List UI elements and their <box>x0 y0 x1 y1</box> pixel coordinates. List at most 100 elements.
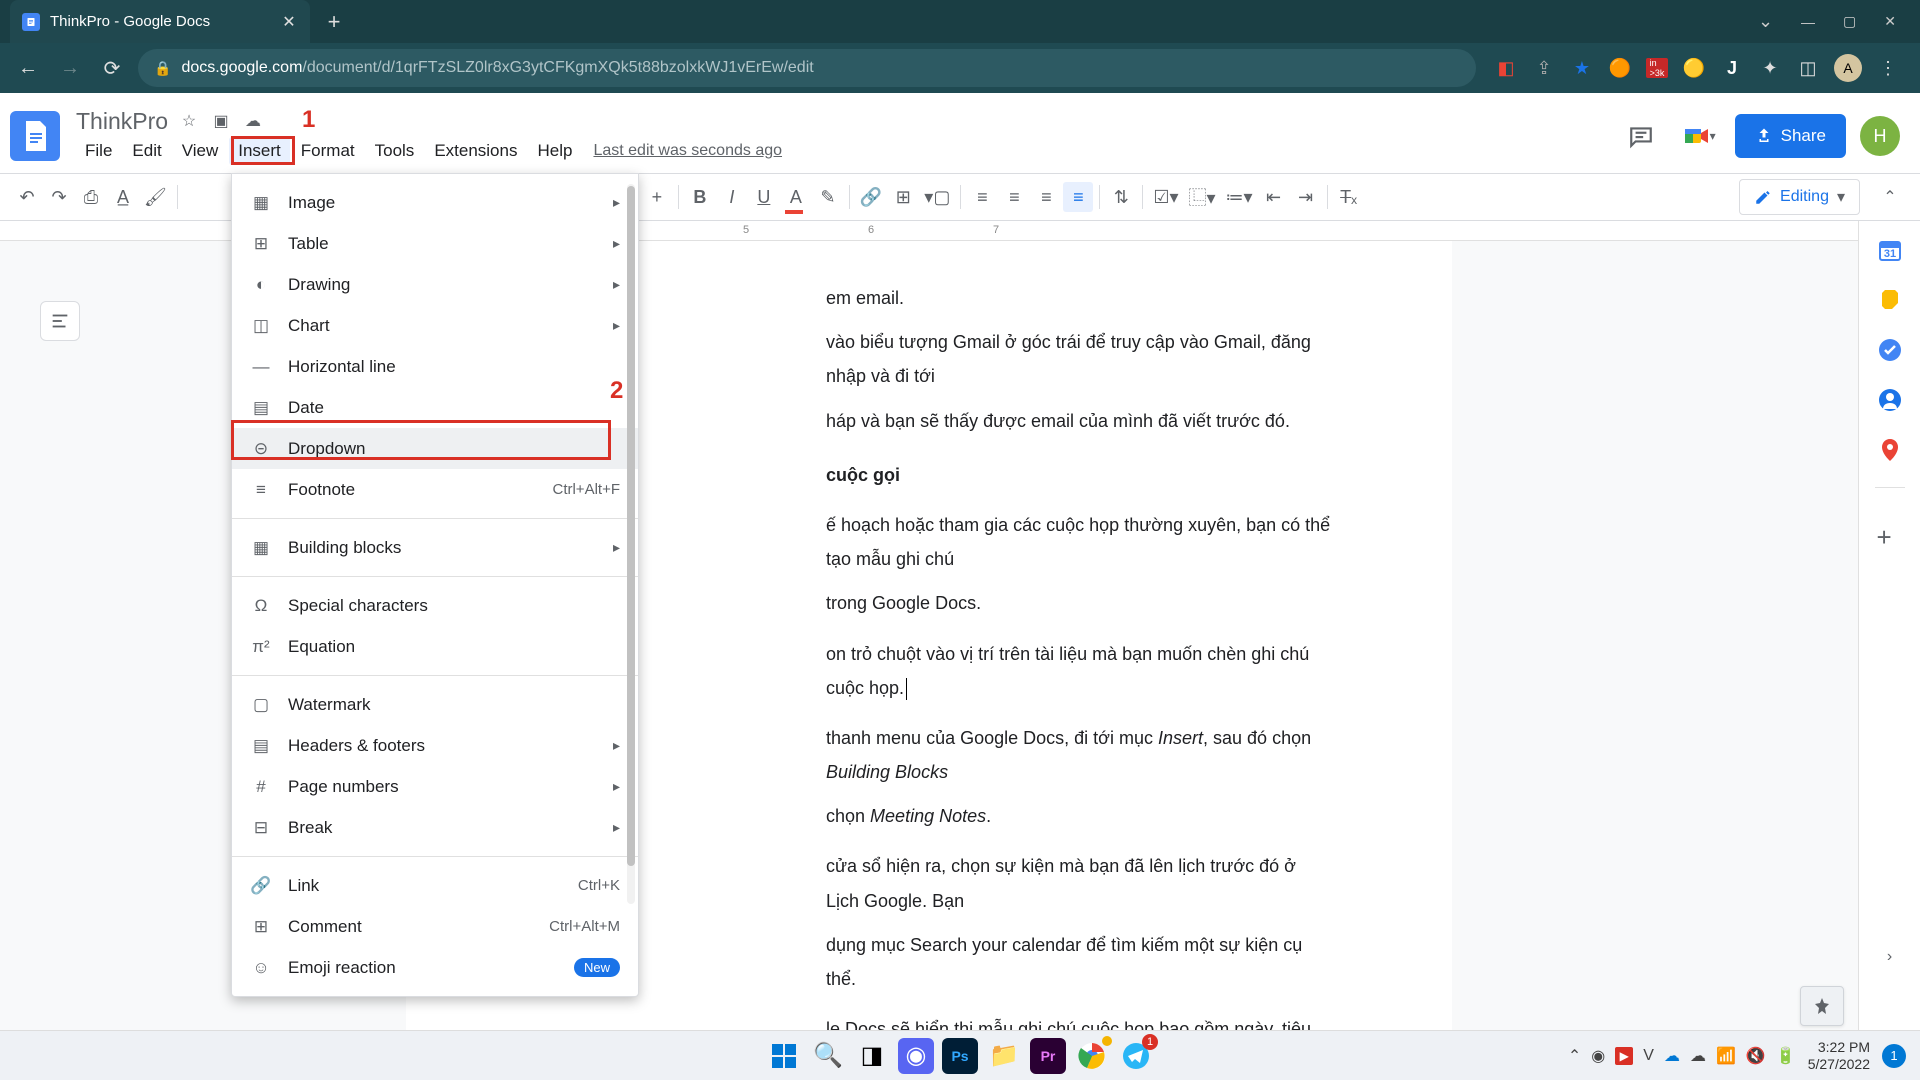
ext-icon-2[interactable]: 🟠 <box>1608 56 1632 80</box>
menu-chart[interactable]: ◫ Chart ▸ <box>232 305 638 346</box>
menu-edit[interactable]: Edit <box>123 137 170 165</box>
bookmark-star-icon[interactable]: ★ <box>1570 56 1594 80</box>
get-addons-button[interactable]: + <box>1877 522 1903 548</box>
menu-scrollbar[interactable] <box>627 184 635 904</box>
align-center-button[interactable]: ≡ <box>999 182 1029 212</box>
taskbar-clock[interactable]: 3:22 PM 5/27/2022 <box>1808 1039 1870 1073</box>
menu-format[interactable]: Format <box>292 137 364 165</box>
taskbar-app-telegram[interactable]: 1 <box>1118 1038 1154 1074</box>
search-button[interactable]: 🔍 <box>810 1038 846 1074</box>
ext-icon-4[interactable]: 🟡 <box>1682 56 1706 80</box>
menu-break[interactable]: ⊟ Break ▸ <box>232 807 638 848</box>
align-right-button[interactable]: ≡ <box>1031 182 1061 212</box>
tray-icon-2[interactable]: ▶ <box>1615 1047 1633 1065</box>
increase-indent-button[interactable]: ⇥ <box>1291 182 1321 212</box>
meet-icon[interactable]: ▾ <box>1677 114 1721 158</box>
print-button[interactable]: ⎙ <box>76 182 106 212</box>
tasks-icon[interactable] <box>1877 337 1903 363</box>
highlight-button[interactable]: ✎ <box>813 182 843 212</box>
extensions-icon[interactable]: ✦ <box>1758 56 1782 80</box>
forward-button[interactable]: → <box>54 52 86 84</box>
close-window-button[interactable]: ✕ <box>1884 13 1896 30</box>
menu-help[interactable]: Help <box>528 137 581 165</box>
menu-date[interactable]: ▤ Date <box>232 387 638 428</box>
ext-icon-1[interactable]: ◧ <box>1494 56 1518 80</box>
menu-comment[interactable]: ⊞ Comment Ctrl+Alt+M <box>232 906 638 947</box>
docs-logo-icon[interactable] <box>10 111 60 161</box>
spellcheck-button[interactable]: A̲ <box>108 182 138 212</box>
menu-view[interactable]: View <box>173 137 228 165</box>
menu-headers-footers[interactable]: ▤ Headers & footers ▸ <box>232 725 638 766</box>
user-avatar[interactable]: H <box>1860 116 1900 156</box>
tray-icon-1[interactable]: ◉ <box>1591 1046 1605 1066</box>
checklist-button[interactable]: ☑▾ <box>1149 182 1182 212</box>
italic-button[interactable]: I <box>717 182 747 212</box>
menu-watermark[interactable]: ▢ Watermark <box>232 684 638 725</box>
undo-button[interactable]: ↶ <box>12 182 42 212</box>
last-edit-link[interactable]: Last edit was seconds ago <box>593 142 782 160</box>
menu-insert[interactable]: Insert <box>229 137 290 165</box>
menu-drawing[interactable]: ◐ Drawing ▸ <box>232 264 638 305</box>
maximize-button[interactable]: ▢ <box>1843 13 1856 30</box>
menu-horizontal-line[interactable]: — Horizontal line <box>232 346 638 387</box>
share-icon[interactable]: ⇪ <box>1532 56 1556 80</box>
taskbar-app-photoshop[interactable]: Ps <box>942 1038 978 1074</box>
insert-link-button[interactable]: 🔗 <box>856 182 886 212</box>
document-title[interactable]: ThinkPro <box>76 108 168 135</box>
insert-comment-button[interactable]: ⊞ <box>888 182 918 212</box>
align-left-button[interactable]: ≡ <box>967 182 997 212</box>
show-outline-button[interactable] <box>40 301 80 341</box>
menu-link[interactable]: 🔗 Link Ctrl+K <box>232 865 638 906</box>
clear-formatting-button[interactable]: Tₓ <box>1334 182 1364 212</box>
tab-search-icon[interactable]: ⌄ <box>1758 11 1773 32</box>
menu-special-characters[interactable]: Ω Special characters <box>232 585 638 626</box>
comment-history-icon[interactable] <box>1619 114 1663 158</box>
move-icon[interactable]: ▣ <box>210 110 232 132</box>
tab-close-icon[interactable]: ✕ <box>280 13 298 31</box>
bold-button[interactable]: B <box>685 182 715 212</box>
tray-weather-icon[interactable]: ☁ <box>1690 1046 1706 1066</box>
tray-wifi-icon[interactable]: 📶 <box>1716 1046 1736 1066</box>
menu-footnote[interactable]: ≡ Footnote Ctrl+Alt+F <box>232 469 638 510</box>
decrease-indent-button[interactable]: ⇤ <box>1259 182 1289 212</box>
menu-equation[interactable]: π² Equation <box>232 626 638 667</box>
font-size-increase[interactable]: + <box>642 182 672 212</box>
menu-file[interactable]: File <box>76 137 121 165</box>
menu-emoji-reaction[interactable]: ☺ Emoji reaction New <box>232 947 638 988</box>
maps-icon[interactable] <box>1877 437 1903 463</box>
insert-image-button[interactable]: ▾▢ <box>920 182 954 212</box>
underline-button[interactable]: U <box>749 182 779 212</box>
bulleted-list-button[interactable]: ⿺▾ <box>1185 182 1220 212</box>
cloud-status-icon[interactable]: ☁ <box>242 110 264 132</box>
taskbar-app-chrome[interactable] <box>1074 1038 1110 1074</box>
menu-building-blocks[interactable]: ▦ Building blocks ▸ <box>232 527 638 568</box>
explore-button[interactable] <box>1800 986 1844 1026</box>
ext-icon-3[interactable]: in>3k <box>1646 58 1668 78</box>
menu-extensions[interactable]: Extensions <box>425 137 526 165</box>
new-tab-button[interactable]: + <box>320 8 348 36</box>
taskbar-app-explorer[interactable]: 📁 <box>986 1038 1022 1074</box>
menu-image[interactable]: ▦ Image ▸ <box>232 182 638 223</box>
profile-avatar[interactable]: A <box>1834 54 1862 82</box>
browser-menu-icon[interactable]: ⋮ <box>1876 56 1900 80</box>
reload-button[interactable]: ⟳ <box>96 52 128 84</box>
notification-badge[interactable]: 1 <box>1882 1044 1906 1068</box>
collapse-toolbar-button[interactable]: ⌃ <box>1872 179 1908 215</box>
menu-dropdown[interactable]: ⊝ Dropdown <box>232 428 638 469</box>
task-view-button[interactable]: ◨ <box>854 1038 890 1074</box>
url-bar[interactable]: 🔒 docs.google.com/document/d/1qrFTzSLZ0l… <box>138 49 1476 87</box>
line-spacing-button[interactable]: ⇅ <box>1106 182 1136 212</box>
side-panel-icon[interactable]: ◫ <box>1796 56 1820 80</box>
menu-table[interactable]: ⊞ Table ▸ <box>232 223 638 264</box>
tray-icon-3[interactable]: V <box>1643 1047 1654 1065</box>
browser-tab[interactable]: ThinkPro - Google Docs ✕ <box>10 0 310 43</box>
share-button[interactable]: Share <box>1735 114 1846 158</box>
ext-icon-5[interactable]: J <box>1720 56 1744 80</box>
menu-tools[interactable]: Tools <box>366 137 424 165</box>
tray-battery-icon[interactable]: 🔋 <box>1776 1046 1796 1066</box>
hide-side-panel-button[interactable]: › <box>1877 944 1903 970</box>
star-icon[interactable]: ☆ <box>178 110 200 132</box>
contacts-icon[interactable] <box>1877 387 1903 413</box>
taskbar-app-1[interactable]: ◉ <box>898 1038 934 1074</box>
minimize-button[interactable]: — <box>1801 14 1815 30</box>
